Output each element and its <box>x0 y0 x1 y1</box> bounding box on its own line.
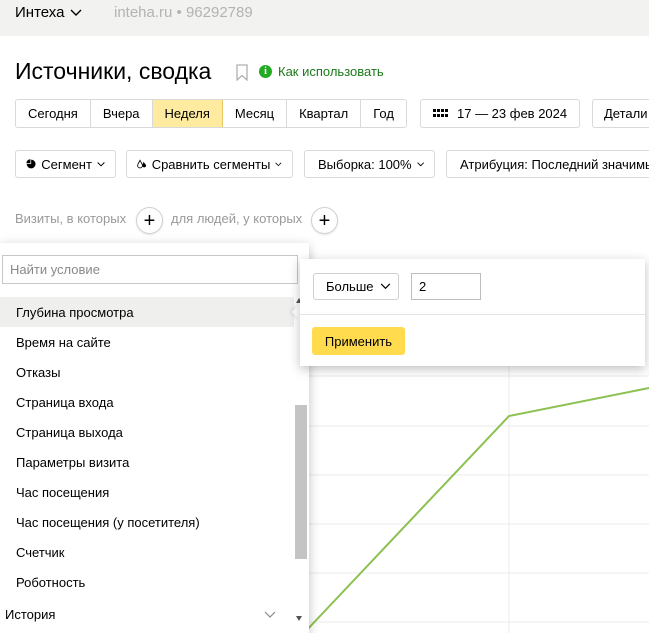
scrollbar-thumb[interactable] <box>295 405 307 559</box>
period-0[interactable]: Сегодня <box>16 100 91 127</box>
condition-list-item[interactable]: Страница входа <box>0 387 294 417</box>
date-range-button[interactable]: 17 — 23 фев 2024 <box>420 99 580 128</box>
chevron-down-icon <box>97 161 105 167</box>
condition-list-item[interactable]: Счетчик <box>0 537 294 567</box>
calendar-icon <box>433 108 448 119</box>
attribution-button[interactable]: Атрибуция: Последний значимы <box>446 150 649 178</box>
condition-list-item[interactable]: Время на сайте <box>0 327 294 357</box>
history-section[interactable]: История <box>0 599 294 629</box>
history-label: История <box>5 606 56 622</box>
chevron-down-icon <box>264 611 276 618</box>
sample-label: Выборка: 100% <box>318 156 412 172</box>
period-1[interactable]: Вчера <box>90 100 153 127</box>
period-5[interactable]: Год <box>361 100 406 127</box>
period-3[interactable]: Месяц <box>222 100 288 127</box>
condition-list-item[interactable]: Глубина просмотра <box>0 297 294 327</box>
condition-list: Глубина просмотра Время на сайте Отказы Стр… <box>0 297 294 597</box>
drops-icon <box>137 159 147 169</box>
site-info: inteha.ru • 96292789 <box>114 4 253 21</box>
divider <box>300 314 645 315</box>
sample-button[interactable]: Выборка: 100% <box>304 150 435 178</box>
condition-list-item[interactable]: Параметры визита <box>0 447 294 477</box>
attribution-label: Атрибуция: Последний значимы <box>460 156 649 172</box>
period-selector: Сегодня Вчера Неделя Месяц Квартал Год <box>15 99 407 128</box>
condition-list-item[interactable]: Страница выхода <box>0 417 294 447</box>
people-label: для людей, у которых <box>171 211 303 226</box>
top-bar: Интеха inteha.ru • 96292789 <box>0 0 649 36</box>
chevron-down-icon <box>70 9 82 16</box>
chevron-down-icon <box>380 283 390 290</box>
visits-label: Визиты, в которых <box>15 211 127 226</box>
apply-button[interactable]: Применить <box>312 327 405 355</box>
condition-dropdown: Глубина просмотраВремя на сайтеОтказыСтр… <box>0 243 309 633</box>
operator-label: Больше <box>326 279 374 294</box>
condition-search-input[interactable] <box>2 255 298 284</box>
compare-segments-button[interactable]: Сравнить сегменты <box>126 150 293 178</box>
add-visit-condition-button[interactable]: + <box>136 207 163 234</box>
chevron-down-icon <box>416 161 424 166</box>
period-2[interactable]: Неделя <box>152 100 223 127</box>
counter-selector[interactable]: Интеха <box>15 4 82 21</box>
howto-link[interactable]: i Как использовать <box>259 64 384 79</box>
detail-button[interactable]: Детали <box>592 99 649 128</box>
page-title: Источники, сводка <box>15 58 212 84</box>
segment-button[interactable]: Сегмент <box>15 150 116 178</box>
info-icon: i <box>259 65 272 78</box>
series-line <box>303 387 649 633</box>
condition-list-item[interactable]: Отказы <box>0 357 294 387</box>
bookmark-icon[interactable] <box>236 64 248 81</box>
period-4[interactable]: Квартал <box>287 100 362 127</box>
compare-label: Сравнить сегменты <box>151 156 271 172</box>
chevron-down-icon <box>275 162 282 166</box>
counter-name: Интеха <box>15 4 65 21</box>
operator-select[interactable]: Больше <box>313 273 399 300</box>
condition-editor-panel: Больше Применить <box>300 259 645 366</box>
condition-value-input[interactable] <box>411 273 481 300</box>
condition-list-item[interactable]: Час посещения <box>0 477 294 507</box>
condition-list-item[interactable]: Роботность <box>0 567 294 597</box>
howto-label: Как использовать <box>278 64 384 79</box>
plus-icon: + <box>318 209 331 232</box>
plus-icon: + <box>143 209 156 232</box>
detail-label: Детали <box>604 106 648 121</box>
add-people-condition-button[interactable]: + <box>311 207 338 234</box>
condition-list-item[interactable]: Час посещения (у посетителя) <box>0 507 294 537</box>
date-range-label: 17 — 23 фев 2024 <box>457 106 568 121</box>
pie-icon <box>26 159 36 169</box>
scroll-down-arrow[interactable] <box>296 616 302 621</box>
segment-label: Сегмент <box>41 156 92 172</box>
